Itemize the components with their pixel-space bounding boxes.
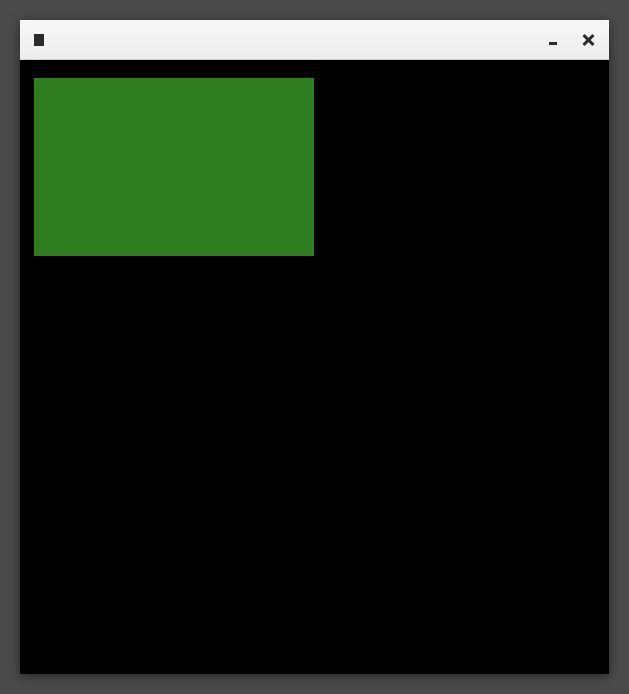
close-icon[interactable]: [581, 33, 595, 47]
canvas-area: [20, 60, 609, 674]
app-icon: [34, 34, 44, 46]
minimize-icon[interactable]: [549, 35, 559, 45]
app-window: [20, 20, 609, 674]
titlebar-left: [34, 34, 44, 46]
green-rectangle: [34, 78, 314, 256]
titlebar-controls: [549, 33, 595, 47]
titlebar[interactable]: [20, 20, 609, 60]
